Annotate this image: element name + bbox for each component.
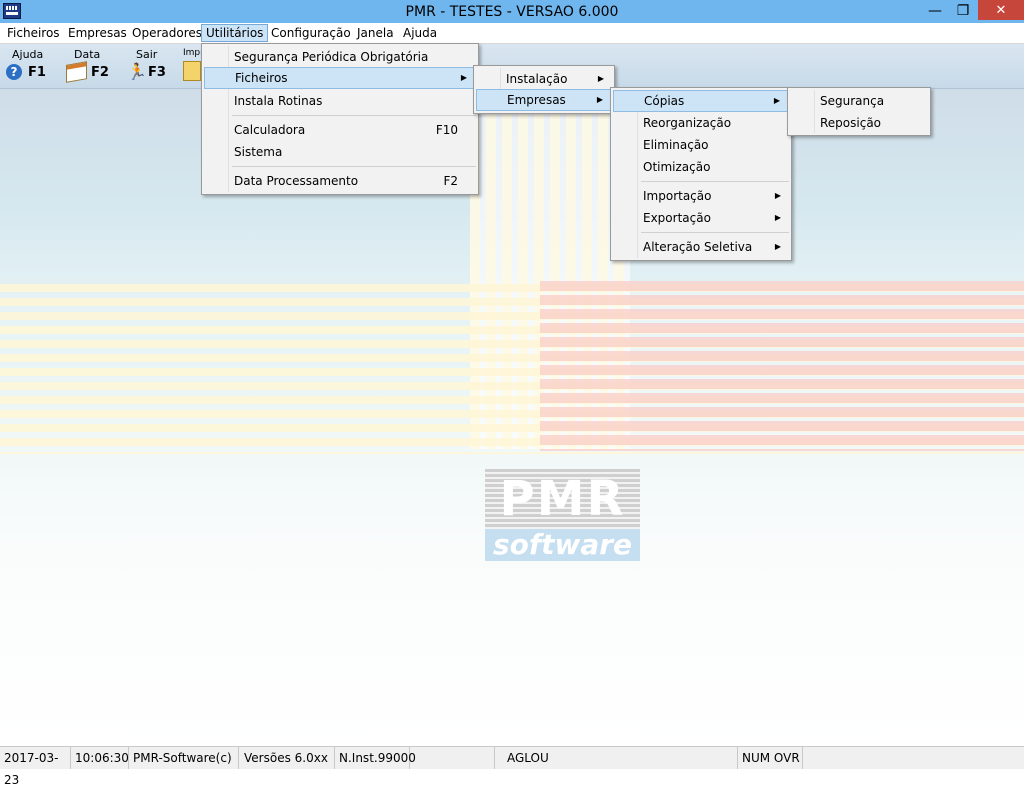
menu-item-reposicao[interactable]: Reposição	[790, 112, 928, 134]
menu-item-label: Otimização	[643, 160, 711, 174]
minimize-button[interactable]: —	[920, 0, 950, 22]
menu-item-instala-rotinas[interactable]: Instala Rotinas	[204, 90, 476, 112]
menu-item-label: Empresas	[507, 93, 566, 107]
status-user: AGLOU	[503, 747, 738, 769]
menu-item-seguranca[interactable]: Segurança	[790, 90, 928, 112]
logo-software: software	[485, 529, 640, 561]
menu-separator	[641, 181, 789, 182]
date-key: F2	[91, 65, 109, 80]
status-date: 2017-03-23	[0, 747, 71, 787]
menu-item-label: Segurança	[820, 94, 885, 108]
menu-bar: Ficheiros Empresas Operadores Utilitário…	[0, 23, 1024, 44]
exit-button[interactable]: Sair 🏃 F3	[125, 47, 173, 85]
menu-item-alteracao-seletiva[interactable]: Alteração Seletiva ▶	[613, 236, 789, 258]
empresas-submenu: Cópias ▶ Reorganização Eliminação Otimiza…	[610, 87, 792, 261]
close-button[interactable]: ✕	[978, 0, 1024, 20]
submenu-arrow-icon: ▶	[774, 213, 781, 222]
printer-icon	[183, 61, 201, 81]
menu-item-label: Cópias	[644, 94, 685, 108]
print-button[interactable]: Impr	[183, 47, 203, 85]
utilitarios-menu: Segurança Periódica Obrigatória Ficheiro…	[201, 43, 479, 195]
calendar-icon	[66, 61, 87, 83]
menu-janela[interactable]: Janela	[353, 25, 398, 42]
menu-ajuda[interactable]: Ajuda	[399, 25, 441, 42]
help-label: Ajuda	[12, 48, 44, 61]
print-label: Impr	[183, 48, 203, 58]
menu-ficheiros[interactable]: Ficheiros	[3, 25, 64, 42]
status-time: 10:06:30	[71, 747, 129, 769]
menu-item-importacao[interactable]: Importação ▶	[613, 185, 789, 207]
menu-item-ficheiros[interactable]: Ficheiros ▶	[204, 67, 476, 89]
menu-item-seguranca-periodica[interactable]: Segurança Periódica Obrigatória	[204, 46, 476, 68]
status-company: PMR-Software(c)	[129, 747, 239, 769]
menu-separator	[232, 115, 476, 116]
menu-item-label: Reorganização	[643, 116, 732, 130]
exit-key: F3	[148, 65, 166, 80]
status-install: N.Inst.99000	[335, 747, 416, 769]
menu-separator	[232, 166, 476, 167]
status-bar: 2017-03-23 10:06:30 PMR-Software(c) Vers…	[0, 746, 1024, 787]
menu-separator	[641, 232, 789, 233]
menu-empresas[interactable]: Empresas	[64, 25, 131, 42]
menu-item-label: Data Processamento	[234, 174, 359, 188]
menu-item-label: Instalação	[506, 72, 568, 86]
menu-item-label: Importação	[643, 189, 712, 203]
status-keys: NUM OVR	[738, 747, 803, 769]
menu-item-instalacao[interactable]: Instalação ▶	[476, 68, 612, 90]
restore-button[interactable]: ❐	[948, 0, 978, 22]
help-icon: ?	[6, 64, 22, 80]
menu-item-reorganizacao[interactable]: Reorganização	[613, 112, 789, 134]
menu-item-shortcut: F2	[443, 174, 458, 188]
date-button[interactable]: Data F2	[66, 47, 114, 85]
submenu-arrow-icon: ▶	[597, 74, 604, 83]
menu-item-label: Instala Rotinas	[234, 94, 323, 108]
help-key: F1	[28, 65, 46, 80]
menu-item-empresas[interactable]: Empresas ▶	[476, 89, 612, 111]
menu-item-label: Calculadora	[234, 123, 306, 137]
help-button[interactable]: Ajuda ? F1	[6, 47, 54, 85]
menu-utilitarios[interactable]: Utilitários	[201, 24, 269, 42]
menu-item-label: Ficheiros	[235, 71, 288, 85]
status-version: Versões 6.0xx	[240, 747, 335, 769]
menu-item-otimizacao[interactable]: Otimização	[613, 156, 789, 178]
menu-item-label: Alteração Seletiva	[643, 240, 753, 254]
exit-icon: 🏃	[127, 62, 147, 81]
menu-item-label: Exportação	[643, 211, 711, 225]
background-red-stripes	[540, 281, 1024, 451]
menu-item-label: Reposição	[820, 116, 882, 130]
menu-item-label: Segurança Periódica Obrigatória	[234, 50, 429, 64]
menu-item-shortcut: F10	[435, 123, 458, 137]
date-label: Data	[74, 48, 101, 61]
status-empty	[410, 747, 495, 769]
submenu-arrow-icon: ▶	[774, 191, 781, 200]
menu-item-label: Eliminação	[643, 138, 709, 152]
menu-item-calculadora[interactable]: Calculadora F10	[204, 119, 476, 141]
menu-configuracao[interactable]: Configuração	[267, 25, 355, 42]
menu-item-copias[interactable]: Cópias ▶	[613, 90, 789, 112]
menu-item-eliminacao[interactable]: Eliminação	[613, 134, 789, 156]
exit-label: Sair	[136, 48, 158, 61]
menu-item-label: Sistema	[234, 145, 283, 159]
submenu-arrow-icon: ▶	[460, 73, 467, 82]
menu-operadores[interactable]: Operadores	[128, 25, 206, 42]
logo-pmr: PMR	[485, 469, 640, 529]
window-title: PMR - TESTES - VERSAO 6.000	[405, 4, 619, 20]
submenu-arrow-icon: ▶	[773, 96, 780, 105]
menu-item-data-processamento[interactable]: Data Processamento F2	[204, 170, 476, 192]
ficheiros-submenu: Instalação ▶ Empresas ▶	[473, 65, 615, 114]
submenu-arrow-icon: ▶	[774, 242, 781, 251]
menu-item-exportacao[interactable]: Exportação ▶	[613, 207, 789, 229]
desktop-background: PMR software	[0, 89, 1024, 745]
menu-item-sistema[interactable]: Sistema	[204, 141, 476, 163]
copias-submenu: Segurança Reposição	[787, 87, 931, 136]
submenu-arrow-icon: ▶	[596, 95, 603, 104]
title-bar: PMR - TESTES - VERSAO 6.000 — ❐ ✕	[0, 0, 1024, 24]
